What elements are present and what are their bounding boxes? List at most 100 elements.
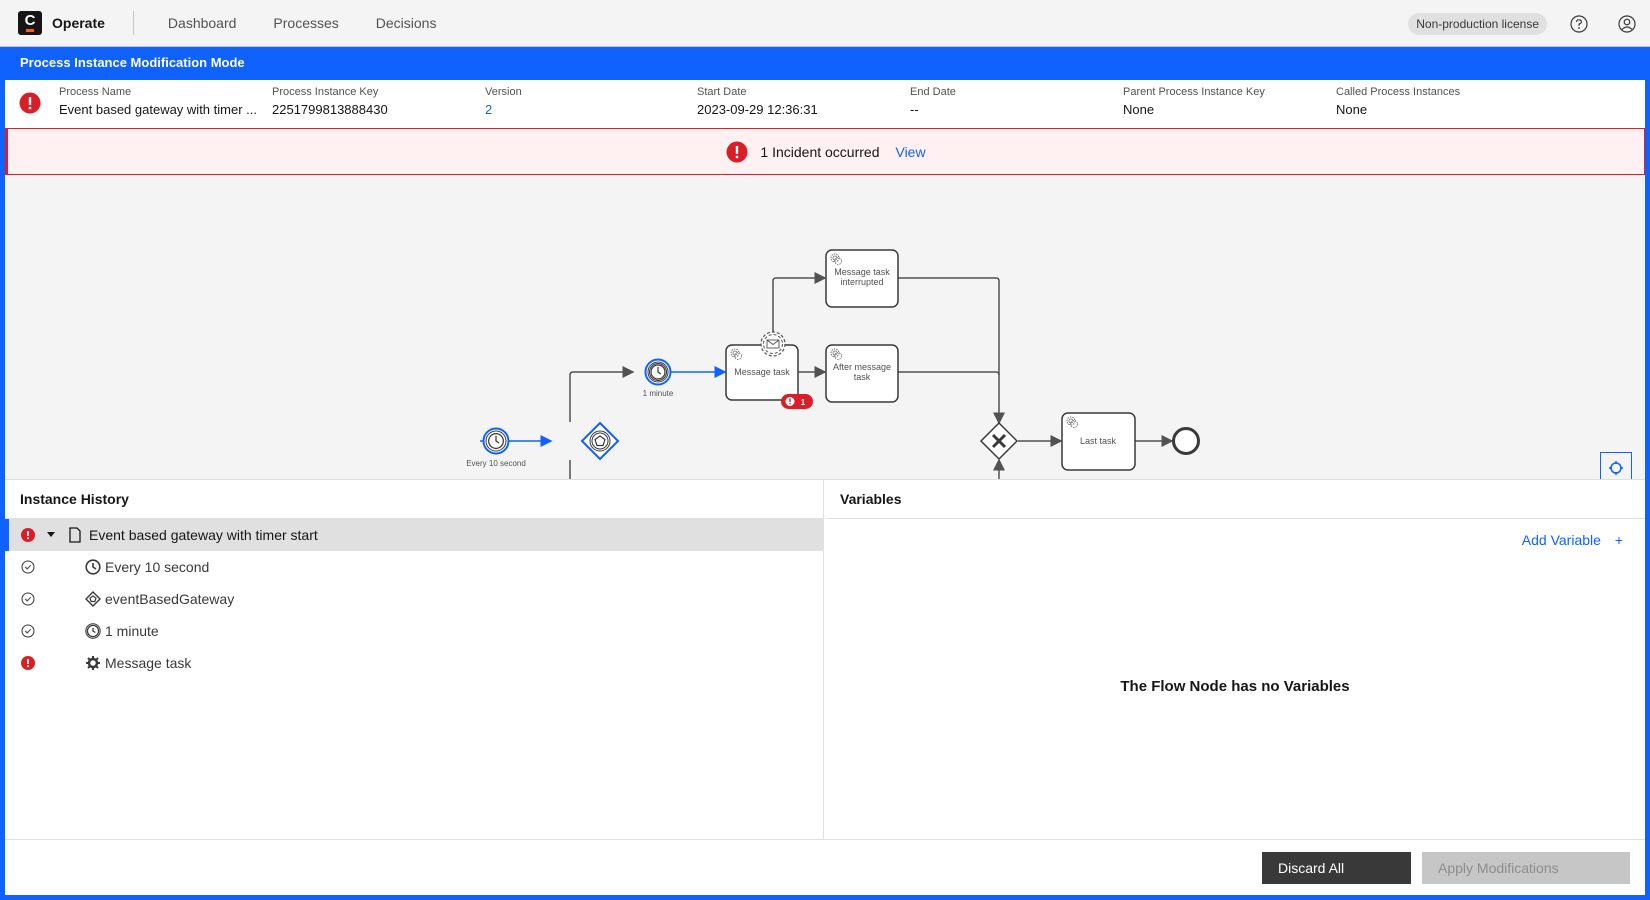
header-value: -- bbox=[910, 102, 919, 117]
reset-zoom-icon bbox=[1609, 461, 1623, 475]
reset-zoom-button[interactable] bbox=[1600, 452, 1632, 479]
timer-top-label: 1 minute bbox=[643, 389, 674, 398]
bpmn-canvas: Every 10 second 1 minute Message task 1 … bbox=[466, 249, 1200, 479]
header-version: Version 2 bbox=[485, 86, 522, 117]
header-end-date: End Date -- bbox=[910, 86, 956, 117]
exclusive-gateway bbox=[979, 421, 1019, 461]
add-variable-label: Add Variable bbox=[1521, 532, 1601, 548]
incident-icon bbox=[19, 92, 41, 119]
header-start-date: Start Date 2023-09-29 12:36:31 bbox=[697, 86, 818, 117]
incident-count-text: 1 Incident occurred bbox=[760, 143, 880, 160]
nav-dashboard[interactable]: Dashboard bbox=[168, 15, 237, 31]
license-badge[interactable]: Non-production license bbox=[1408, 12, 1547, 35]
flow-interrupted-to-join bbox=[898, 277, 1005, 425]
history-row-label: 1 minute bbox=[105, 623, 159, 639]
incident-status-icon bbox=[21, 656, 35, 670]
empty-variables-message: The Flow Node has no Variables bbox=[1120, 678, 1350, 695]
header-label: Start Date bbox=[697, 86, 747, 98]
incident-status-icon bbox=[21, 528, 35, 542]
header-instance-key: Process Instance Key 2251799813888430 bbox=[272, 86, 388, 117]
header-label: Version bbox=[485, 86, 522, 98]
completed-status-icon bbox=[21, 592, 35, 606]
user-avatar-icon[interactable] bbox=[1617, 14, 1637, 34]
history-row-label: eventBasedGateway bbox=[105, 591, 235, 607]
document-icon bbox=[69, 527, 81, 543]
expand-caret-icon[interactable] bbox=[47, 532, 55, 537]
nav-processes[interactable]: Processes bbox=[273, 15, 338, 31]
start-timer-event bbox=[482, 427, 510, 455]
svg-text:Last task: Last task bbox=[1080, 436, 1117, 446]
event-based-gateway bbox=[580, 421, 620, 461]
camunda-logo[interactable]: C bbox=[18, 11, 42, 35]
history-row[interactable]: Every 10 second bbox=[5, 551, 823, 583]
timer-icon bbox=[85, 559, 101, 575]
header-process-name: Process Name Event based gateway with ti… bbox=[59, 86, 257, 117]
svg-text:interrupted: interrupted bbox=[840, 277, 883, 287]
view-incidents-link[interactable]: View bbox=[895, 144, 925, 160]
modification-content: Process Name Event based gateway with ti… bbox=[5, 80, 1645, 895]
header-label: Parent Process Instance Key bbox=[1123, 86, 1265, 98]
intermediate-timer-icon bbox=[85, 623, 101, 639]
flow-after-message-to-join bbox=[898, 371, 1000, 376]
history-row-label: Every 10 second bbox=[105, 559, 210, 575]
service-task-icon bbox=[86, 656, 100, 670]
history-row[interactable]: 1 minute bbox=[5, 615, 823, 647]
variables-title: Variables bbox=[825, 480, 1645, 519]
end-event bbox=[1172, 427, 1200, 455]
message-boundary-event bbox=[760, 331, 786, 357]
intermediate-timer-top bbox=[644, 358, 672, 386]
history-row[interactable]: Message task bbox=[5, 647, 823, 679]
plus-icon: + bbox=[1614, 532, 1623, 548]
top-navigation-bar: C Operate Dashboard Processes Decisions … bbox=[0, 0, 1650, 47]
bottom-panels: Instance History Event based gateway wit… bbox=[5, 480, 1645, 839]
svg-text:task: task bbox=[854, 372, 871, 382]
flow-boundary-to-interrupted bbox=[772, 272, 827, 332]
history-row[interactable]: eventBasedGateway bbox=[5, 583, 823, 615]
add-variable-button[interactable]: Add Variable + bbox=[1522, 532, 1623, 548]
svg-text:After message: After message bbox=[833, 362, 891, 372]
instance-history-panel: Instance History Event based gateway wit… bbox=[5, 480, 824, 839]
app-name[interactable]: Operate bbox=[52, 15, 105, 31]
svg-text:Message task: Message task bbox=[734, 367, 790, 377]
incident-icon bbox=[726, 141, 748, 162]
header-value: None bbox=[1123, 102, 1155, 117]
instance-history-title: Instance History bbox=[5, 480, 823, 519]
message-task[interactable]: Message task bbox=[725, 344, 799, 401]
incident-badge: 1 bbox=[781, 394, 813, 409]
flow-gateway-to-timer-top bbox=[569, 366, 635, 422]
variables-panel: Variables Add Variable + The Flow Node h… bbox=[825, 480, 1645, 839]
svg-text:1: 1 bbox=[801, 398, 806, 407]
modification-mode-title: Process Instance Modification Mode bbox=[20, 55, 245, 70]
modification-mode-frame: Process Instance Modification Mode Proce… bbox=[0, 47, 1650, 900]
last-task[interactable]: Last task bbox=[1061, 412, 1136, 471]
header-parent-key: Parent Process Instance Key None bbox=[1123, 86, 1265, 117]
flow-after-timer-to-join bbox=[993, 458, 1005, 479]
history-row-label: Event based gateway with timer start bbox=[89, 527, 318, 543]
completed-status-icon bbox=[21, 624, 35, 638]
message-task-interrupted[interactable]: Message task interrupted bbox=[825, 249, 899, 308]
header-label: Called Process Instances bbox=[1336, 86, 1461, 98]
after-message-task[interactable]: After message task bbox=[825, 344, 899, 403]
history-row-label: Message task bbox=[105, 655, 192, 671]
header-label: Process Name bbox=[59, 86, 132, 98]
modification-footer: Discard All Apply Modifications bbox=[5, 839, 1645, 895]
apply-modifications-button[interactable]: Apply Modifications bbox=[1422, 852, 1630, 884]
header-value: 2251799813888430 bbox=[272, 102, 388, 117]
bpmn-diagram[interactable]: Every 10 second 1 minute Message task 1 … bbox=[5, 175, 1645, 480]
header-called-instances: Called Process Instances None bbox=[1336, 86, 1460, 117]
nav-decisions[interactable]: Decisions bbox=[376, 15, 437, 31]
header-value: 2023-09-29 12:36:31 bbox=[697, 102, 818, 117]
diagram-zoom-controls: + − bbox=[1600, 452, 1632, 479]
start-timer-label: Every 10 second bbox=[466, 459, 526, 468]
completed-status-icon bbox=[21, 560, 35, 574]
discard-all-button[interactable]: Discard All bbox=[1262, 852, 1411, 884]
header-value: Event based gateway with timer ... bbox=[59, 102, 257, 117]
history-row[interactable]: Event based gateway with timer start bbox=[5, 519, 823, 551]
help-icon[interactable] bbox=[1569, 14, 1589, 34]
version-link[interactable]: 2 bbox=[485, 102, 522, 117]
header-value: None bbox=[1336, 102, 1368, 117]
header-label: Process Instance Key bbox=[272, 86, 379, 98]
svg-text:Message task: Message task bbox=[834, 267, 890, 277]
instance-header: Process Name Event based gateway with ti… bbox=[5, 80, 1645, 128]
header-label: End Date bbox=[910, 86, 956, 98]
